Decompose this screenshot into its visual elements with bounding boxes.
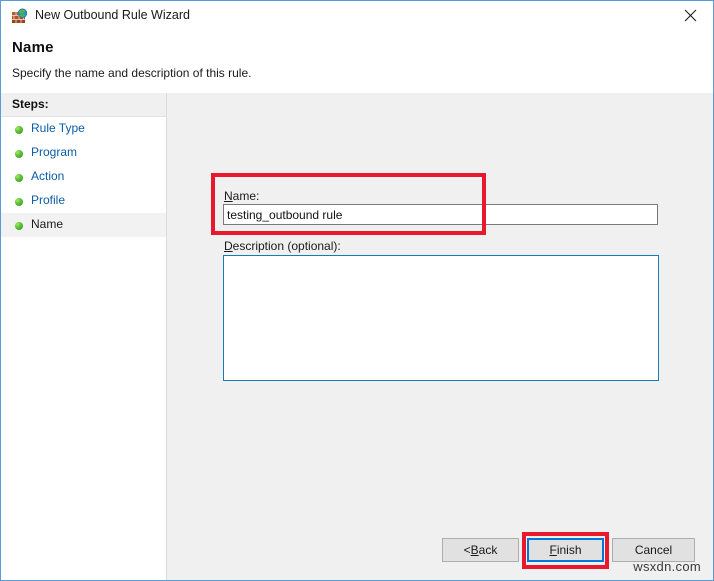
back-label-rest: ack	[478, 543, 498, 557]
page-header: Name Specify the name and description of…	[1, 31, 713, 93]
step-bullet-icon	[15, 126, 23, 134]
finish-label-accel: F	[549, 543, 557, 557]
step-bullet-icon	[15, 222, 23, 230]
steps-header: Steps:	[1, 93, 166, 117]
watermark: wsxdn.com	[633, 559, 701, 574]
back-label-prefix: <	[463, 543, 471, 557]
wizard-window: New Outbound Rule Wizard Name Specify th…	[0, 0, 714, 581]
content-pane: Name: Description (optional):	[168, 93, 713, 580]
sidebar-item-rule-type[interactable]: Rule Type	[1, 117, 166, 141]
step-bullet-icon	[15, 150, 23, 158]
description-label-rest: escription (optional):	[232, 239, 341, 253]
finish-button[interactable]: Finish	[527, 538, 604, 562]
page-subtitle: Specify the name and description of this…	[12, 66, 252, 80]
description-input[interactable]	[223, 255, 659, 381]
sidebar-item-label: Rule Type	[31, 121, 85, 135]
page-title: Name	[12, 39, 54, 56]
sidebar-item-label: Profile	[31, 193, 66, 207]
name-field-label: Name:	[224, 189, 259, 203]
firewall-wall-globe-icon	[11, 8, 28, 25]
finish-label-rest: inish	[556, 543, 582, 557]
sidebar-item-action[interactable]: Action	[1, 165, 166, 189]
sidebar-item-name[interactable]: Name	[1, 213, 166, 237]
steps-header-label: Steps:	[12, 97, 49, 111]
sidebar-item-label: Name	[31, 217, 64, 231]
steps-sidebar: Steps: Rule Type Program Action Profile …	[1, 93, 167, 580]
description-field-label: Description (optional):	[224, 239, 341, 253]
back-label-accel: B	[470, 543, 479, 557]
back-button[interactable]: < Back	[442, 538, 519, 562]
name-label-accel: N	[224, 189, 233, 203]
name-input[interactable]	[223, 204, 658, 225]
close-icon[interactable]	[668, 1, 713, 30]
step-bullet-icon	[15, 198, 23, 206]
step-bullet-icon	[15, 174, 23, 182]
sidebar-item-label: Program	[31, 145, 78, 159]
name-label-rest: ame:	[232, 189, 260, 203]
window-title: New Outbound Rule Wizard	[35, 8, 190, 22]
sidebar-item-label: Action	[31, 169, 65, 183]
sidebar-item-program[interactable]: Program	[1, 141, 166, 165]
title-bar: New Outbound Rule Wizard	[1, 1, 713, 31]
description-label-accel: D	[224, 239, 233, 253]
sidebar-item-profile[interactable]: Profile	[1, 189, 166, 213]
